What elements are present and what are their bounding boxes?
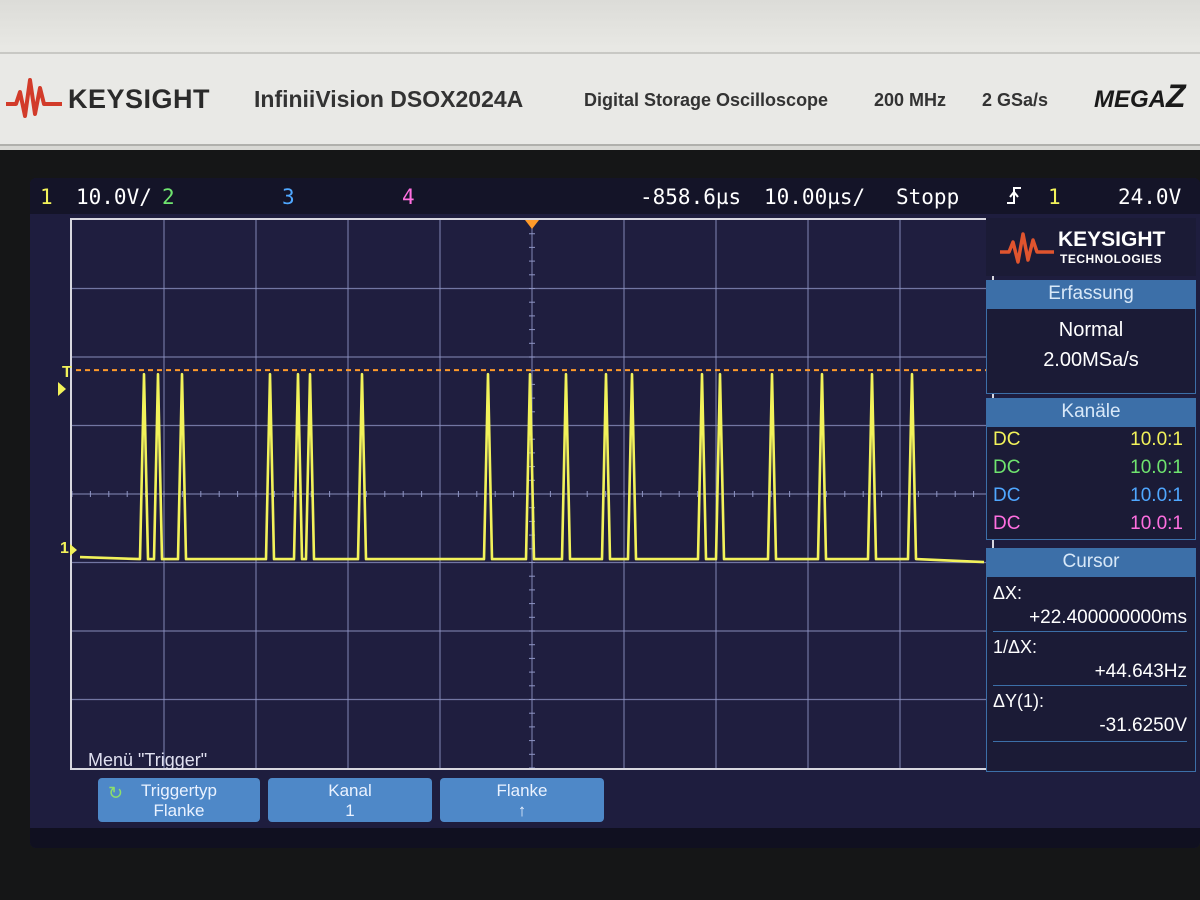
softkey-value: 1 <box>345 801 355 820</box>
channel-row-3: DC 10.0:1 <box>993 485 1183 506</box>
cursor-box: ΔX: +22.400000000ms 1/ΔX: +44.643Hz ΔY(1… <box>986 576 1196 772</box>
delta-x-label: ΔX: <box>993 583 1023 603</box>
trigger-source: 1 <box>1048 185 1061 209</box>
ch1-indicator[interactable]: 1 <box>40 185 53 209</box>
keysight-logo-icon <box>1000 232 1054 264</box>
keysight-logo-icon <box>6 78 62 118</box>
brand-name: KEYSIGHT <box>68 84 211 114</box>
softkey-value: Flanke <box>153 801 205 820</box>
ch2-indicator[interactable]: 2 <box>162 185 175 209</box>
trigger-position-icon <box>525 220 539 229</box>
screen-bottom-strip <box>30 828 1200 848</box>
ch1-ground-marker[interactable]: 1 <box>60 540 69 558</box>
softkey-label: Triggertyp <box>141 781 217 800</box>
cursor-divider <box>993 741 1187 742</box>
waveform-display[interactable] <box>70 218 994 770</box>
model-bandwidth: 200 MHz <box>874 90 947 110</box>
time-scale: 10.00µs/ <box>764 185 866 209</box>
delta-y-label: ΔY(1): <box>993 691 1045 711</box>
delta-y-value: -31.6250V <box>1099 715 1187 736</box>
softkey-label: Kanal <box>328 781 372 800</box>
model-name: InfiniiVision DSOX2024A <box>254 86 524 112</box>
acquisition-header[interactable]: Erfassung <box>986 280 1196 308</box>
cursor-divider <box>993 631 1187 632</box>
trigger-edge-icon <box>1006 185 1022 212</box>
model-description: Digital Storage Oscilloscope <box>584 90 829 110</box>
softkey-trigger-type[interactable]: ↻ Triggertyp Flanke <box>98 778 260 822</box>
softkey-channel[interactable]: Kanal 1 <box>268 778 432 822</box>
brand-strip: KEYSIGHT InfiniiVision DSOX2024A Digital… <box>0 52 1200 146</box>
channel-row-2: DC 10.0:1 <box>993 457 1183 478</box>
right-info-panel: KEYSIGHT TECHNOLOGIES Erfassung Normal 2… <box>986 218 1200 774</box>
trigger-level: 24.0V <box>1118 185 1182 209</box>
menu-title: Menü "Trigger" <box>88 750 208 770</box>
panel-brand-sub: TECHNOLOGIES <box>1060 252 1163 266</box>
ch4-indicator[interactable]: 4 <box>402 185 415 209</box>
ch1-scale: 10.0V/ <box>76 185 152 209</box>
panel-brand: KEYSIGHT <box>1058 228 1166 251</box>
run-state: Stopp <box>896 185 960 209</box>
time-delay: -858.6µs <box>640 185 742 209</box>
acquisition-box: Normal 2.00MSa/s <box>986 308 1196 394</box>
panel-logo: KEYSIGHT TECHNOLOGIES <box>986 218 1196 276</box>
cursor-header[interactable]: Cursor <box>986 548 1196 576</box>
channel-row-1: DC 10.0:1 <box>993 429 1183 450</box>
instrument-bezel: KEYSIGHT InfiniiVision DSOX2024A Digital… <box>0 0 1200 160</box>
ground-arrow-icon <box>70 544 77 556</box>
softkey-value: ↑ <box>517 801 527 820</box>
cursor-divider <box>993 685 1187 686</box>
channel-row-4: DC 10.0:1 <box>993 513 1183 534</box>
channels-box: DC 10.0:1 DC 10.0:1 DC 10.0:1 DC 10.0:1 <box>986 426 1196 540</box>
acquisition-rate: 2.00MSa/s <box>1043 349 1139 371</box>
softkey-edge[interactable]: Flanke ↑ <box>440 778 604 822</box>
model-sample-rate: 2 GSa/s <box>982 90 1049 110</box>
oscilloscope-screen: 1 10.0V/ 2 3 4 -858.6µs 10.00µs/ Stopp 1… <box>30 178 1200 848</box>
acquisition-mode: Normal <box>1058 319 1124 341</box>
delta-x-value: +22.400000000ms <box>1029 607 1187 628</box>
graticule <box>71 219 993 769</box>
inverse-delta-x-value: +44.643Hz <box>1094 661 1187 682</box>
status-bar: 1 10.0V/ 2 3 4 -858.6µs 10.00µs/ Stopp 1… <box>30 178 1200 214</box>
inverse-delta-x-label: 1/ΔX: <box>993 637 1038 657</box>
ch3-indicator[interactable]: 3 <box>282 185 295 209</box>
channels-header[interactable]: Kanäle <box>986 398 1196 426</box>
softkey-label: Flanke <box>496 781 548 800</box>
megazoom-logo: MEGAZ <box>1094 78 1186 114</box>
trigger-arrow-icon <box>58 382 66 396</box>
trigger-level-marker[interactable]: T <box>62 364 72 382</box>
